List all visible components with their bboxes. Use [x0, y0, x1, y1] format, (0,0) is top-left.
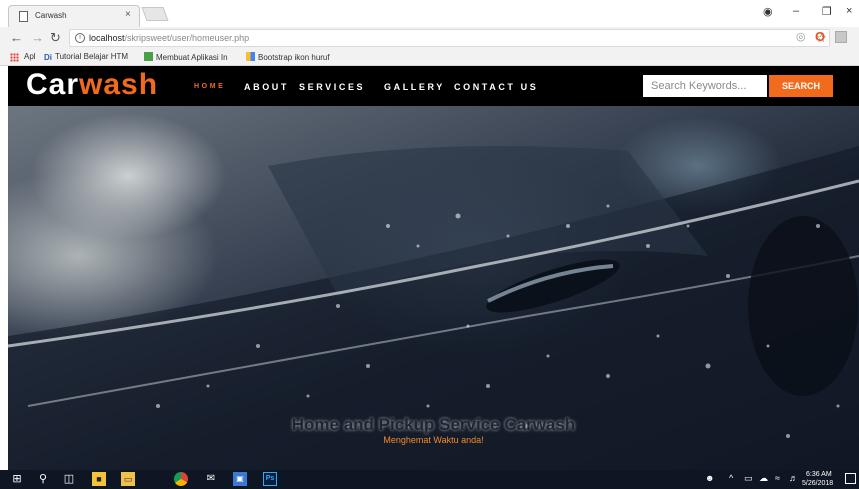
bookmark-bootstrap[interactable]: Bootstrap ikon huruf [246, 52, 330, 62]
tab-title: Carwash [35, 11, 67, 20]
bookmarks-bar: Apl Di Tutorial Belajar HTM Membuat Aplik… [0, 49, 859, 66]
page-favicon-icon [19, 11, 28, 22]
file-explorer-icon[interactable]: ▭ [121, 472, 135, 486]
address-bar[interactable]: i localhost/skripsweet/user/homeuser.php… [69, 29, 830, 47]
account-icon[interactable]: ◉ [763, 5, 773, 18]
extension-icon[interactable]: ◎ [796, 30, 806, 43]
reload-icon[interactable]: ↻ [50, 30, 61, 46]
windows-taskbar: ⊞ ⚲ ◫ ■ ▭ ✉ ▣ Ps ☻ ^ ▭ ☁ ≈ ♬ 6:36 AM 5/2… [0, 470, 859, 489]
hero-title: Home and Pickup Service Carwash [291, 415, 576, 434]
minimize-button[interactable]: – [793, 5, 799, 17]
bookmark-membuat-aplikasi[interactable]: Membuat Aplikasi In [144, 52, 228, 62]
dots-icon [246, 52, 255, 61]
photos-icon[interactable]: ▣ [233, 472, 247, 486]
url-path: /skripsweet/user/homeuser.php [124, 33, 250, 43]
mail-icon[interactable]: ✉ [204, 472, 218, 486]
site-header: Carwash HOME ABOUT SERVICES GALLERY CONT… [8, 66, 859, 106]
tab-close-icon[interactable]: × [125, 9, 131, 20]
nav-contact-us[interactable]: CONTACT US [454, 82, 538, 92]
bookmark-apps[interactable]: Apl [24, 52, 36, 61]
network-icon[interactable]: ▭ [744, 473, 753, 484]
logo-part-car: Car [26, 68, 80, 101]
photoshop-icon[interactable]: Ps [263, 472, 277, 486]
task-view-icon[interactable]: ◫ [62, 472, 76, 486]
bookmark-label: Membuat Aplikasi In [156, 53, 228, 62]
new-tab-button[interactable] [141, 7, 169, 21]
onedrive-icon[interactable]: ☁ [759, 473, 768, 484]
chrome-icon[interactable] [174, 472, 188, 486]
bookmark-label: Bootstrap ikon huruf [258, 53, 330, 62]
maximize-button[interactable]: ❐ [822, 5, 832, 18]
back-arrow-icon[interactable]: ← [10, 30, 23, 45]
search-input[interactable] [643, 75, 767, 97]
forward-arrow-icon[interactable]: → [31, 30, 44, 45]
logo-part-wash: wash [79, 68, 159, 101]
bookmark-tutorial-html[interactable]: Di Tutorial Belajar HTM [44, 52, 128, 62]
clock-date[interactable]: 5/26/2018 [802, 480, 833, 487]
di-icon: Di [44, 53, 52, 62]
browser-toolbar: ← → ↻ i localhost/skripsweet/user/homeus… [0, 27, 859, 49]
url-text[interactable]: localhost/skripsweet/user/homeuser.php [89, 33, 249, 43]
windows-start-icon[interactable]: ⊞ [10, 472, 24, 486]
hero-banner: Home and Pickup Service Carwash Menghema… [8, 106, 859, 470]
url-host: localhost [89, 33, 125, 43]
bookmark-label: Tutorial Belajar HTM [55, 52, 129, 61]
search-icon[interactable]: ⚲ [36, 472, 50, 486]
wifi-icon[interactable]: ≈ [775, 473, 780, 483]
opera-extension-icon[interactable]: O [815, 29, 825, 44]
extension-square-icon[interactable] [835, 31, 847, 43]
green-square-icon [144, 52, 153, 61]
nav-home[interactable]: HOME [194, 83, 225, 90]
clock-time[interactable]: 6:36 AM [806, 471, 832, 478]
browser-tab-carwash[interactable]: Carwash × [8, 5, 140, 27]
chevron-up-icon[interactable]: ^ [729, 473, 733, 483]
hero-subtitle: Menghemat Waktu anda! [383, 435, 484, 445]
apps-grid-icon[interactable] [10, 53, 19, 62]
nav-services[interactable]: SERVICES [299, 82, 365, 92]
close-window-button[interactable]: × [846, 5, 852, 17]
site-logo[interactable]: Carwash [26, 68, 158, 102]
site-info-icon[interactable]: i [75, 33, 85, 43]
people-icon[interactable]: ☻ [705, 473, 714, 483]
nav-gallery[interactable]: GALLERY [384, 82, 445, 92]
nav-about[interactable]: ABOUT [244, 82, 289, 92]
store-icon[interactable]: ■ [92, 472, 106, 486]
search-button[interactable]: SEARCH [769, 75, 833, 97]
volume-icon[interactable]: ♬ [789, 473, 798, 483]
browser-tabstrip: Carwash × ◉ – ❐ × [0, 0, 859, 27]
notification-icon[interactable] [845, 473, 856, 484]
